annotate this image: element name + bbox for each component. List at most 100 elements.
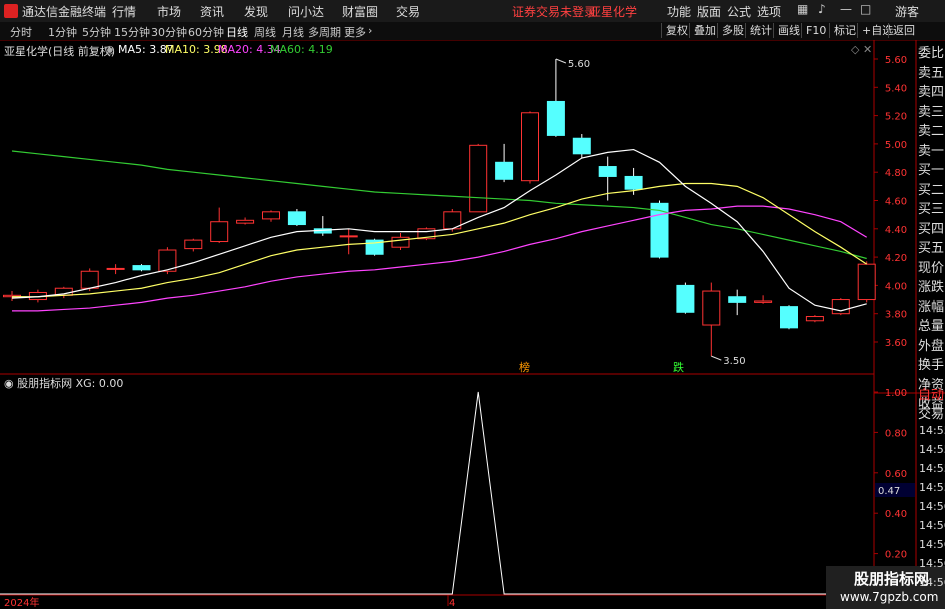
quote-panel: 委比 卖五 卖四 卖三 卖二 卖一 买一 买二 买三 买四 买五 现价 涨跌 涨幅 总量 外盘 换手 净资 收益 [918, 44, 945, 415]
quote-field-8: 买三 [918, 202, 945, 217]
price-tick-label: 5.60 [885, 55, 907, 66]
quote-field-4: 卖二 [918, 124, 945, 139]
period-daily[interactable]: 日线 [226, 24, 248, 40]
period-more[interactable]: 更多 [344, 24, 366, 40]
menu-layout[interactable]: 版面 [697, 3, 721, 20]
period-timeshare[interactable]: 分时 [10, 24, 32, 40]
login-warning[interactable]: 证券交易未登录 [512, 3, 596, 20]
period-monthly[interactable]: 月线 [282, 24, 304, 40]
guest-user[interactable]: 游客 [895, 3, 919, 20]
candle-body [831, 299, 850, 315]
price-tick-label: 4.20 [885, 253, 907, 264]
ma60-label: MA60: 4.19 [270, 43, 333, 56]
quote-field-6: 买一 [918, 163, 945, 178]
quote-field-15: 外盘 [918, 338, 945, 354]
tick-time: 14:56 [919, 500, 945, 513]
settings-icon[interactable]: ◉ [105, 43, 115, 56]
btn-statistics[interactable]: 统计 [745, 23, 776, 38]
current-value-label: 0.47 [878, 486, 900, 497]
low-price-label: 3.50 [723, 356, 745, 367]
btn-draw-line[interactable]: 画线 [773, 23, 804, 38]
low-arrow [711, 355, 722, 361]
quote-field-16: 换手 [918, 358, 945, 373]
candle-body [572, 137, 591, 155]
indicator-xg: XG: 0.00 [75, 377, 124, 390]
ma20-line [12, 205, 868, 312]
tick-time: 14:56 [919, 576, 945, 589]
quote-field-5: 卖一 [918, 143, 945, 159]
candle-body [339, 235, 358, 238]
quote-field-2: 卖四 [918, 85, 945, 100]
btn-overlay[interactable]: 叠加 [689, 23, 720, 38]
menu-trade[interactable]: 交易 [396, 3, 420, 20]
menu-market-quote[interactable]: 行情 [112, 3, 136, 20]
btn-mark[interactable]: 标记 [829, 23, 860, 38]
period-30min[interactable]: 30分钟 [151, 24, 187, 40]
event-tag-drop: 跌 [673, 360, 684, 374]
candle-body [236, 219, 255, 224]
watermark-url: www.7gpzb.com [840, 590, 939, 604]
kline-chart[interactable]: 5.60 5.40 5.20 5.00 4.80 4.60 4.40 4.20 4.00 3.80… [0, 40, 945, 609]
period-15min[interactable]: 15分钟 [114, 24, 150, 40]
quote-field-14: 总量 [918, 319, 945, 334]
price-tick-label: 4.80 [885, 168, 907, 179]
tick-time: 14:56 [919, 538, 945, 551]
candle-body [391, 236, 410, 248]
title-bar: 通达信金融终端 行情 市场 资讯 发现 问小达 财富圈 交易 证券交易未登录 亚… [0, 0, 945, 23]
menu-discover[interactable]: 发现 [244, 3, 268, 20]
btn-adjust[interactable]: 复权 [661, 23, 692, 38]
chart-title: 亚星化学(日线 前复权) [4, 45, 116, 58]
event-tag-list: 榜 [519, 360, 530, 374]
candle-body [598, 166, 617, 177]
period-5min[interactable]: 5分钟 [82, 24, 111, 40]
menu-options[interactable]: 选项 [757, 3, 781, 20]
btn-multi-stock[interactable]: 多股 [717, 23, 748, 38]
price-tick-label: 5.40 [885, 83, 907, 94]
bell-icon[interactable]: ♪ [818, 2, 826, 16]
menu-market[interactable]: 市场 [157, 3, 181, 20]
menu-function[interactable]: 功能 [667, 3, 691, 20]
quote-field-1: 卖五 [918, 65, 945, 81]
quote-field-9: 买四 [918, 221, 945, 237]
auto-button[interactable]: 自动 [918, 384, 944, 403]
menu-wealth-circle[interactable]: 财富圈 [342, 3, 378, 20]
menu-news[interactable]: 资讯 [200, 3, 224, 20]
indicator-title: ◉ 股朋指标网 XG: 0.00 [4, 375, 123, 391]
tick-time: 14:56 [919, 557, 945, 570]
quote-field-13: 涨幅 [918, 299, 945, 315]
candle-body [780, 306, 798, 329]
candle-body [624, 175, 643, 190]
high-arrow [555, 58, 567, 64]
btn-f10[interactable]: F10 [801, 23, 830, 38]
watermark-title: 股朋指标网 [854, 570, 930, 588]
ma5-line [11, 148, 867, 312]
tick-time: 14:55 [919, 424, 945, 437]
menu-formula[interactable]: 公式 [727, 3, 751, 20]
quote-field-0: 委比 [918, 46, 945, 61]
quote-field-10: 买五 [918, 241, 945, 256]
chevron-right-icon[interactable]: › [368, 24, 372, 37]
candle-body [469, 144, 488, 213]
high-price-label: 5.60 [568, 59, 590, 70]
period-weekly[interactable]: 周线 [254, 24, 276, 40]
ma60-line [11, 150, 867, 260]
btn-back[interactable]: 返回 [888, 23, 919, 38]
period-multi[interactable]: 多周期 [308, 24, 341, 40]
candle-body [754, 300, 773, 303]
settings-icon[interactable]: ◉ [4, 377, 14, 390]
candle-body [495, 161, 514, 180]
grid-icon[interactable]: ▦ [797, 2, 808, 16]
menu-xiaoda[interactable]: 问小达 [288, 3, 324, 20]
period-1min[interactable]: 1分钟 [48, 24, 77, 40]
period-60min[interactable]: 60分钟 [188, 24, 224, 40]
tick-time: 14:56 [919, 519, 945, 532]
candle-body [287, 211, 306, 226]
trade-button[interactable]: 交易 [918, 403, 944, 422]
maximize-icon[interactable]: □ [860, 2, 871, 16]
minimize-icon[interactable]: — [840, 2, 852, 16]
price-tick-label: 3.80 [885, 310, 907, 321]
indicator-tick-label: 1.00 [885, 388, 907, 399]
candle-body [106, 267, 125, 270]
indicator-tick-label: 0.60 [885, 469, 907, 480]
tick-time: 14:55 [919, 443, 945, 456]
